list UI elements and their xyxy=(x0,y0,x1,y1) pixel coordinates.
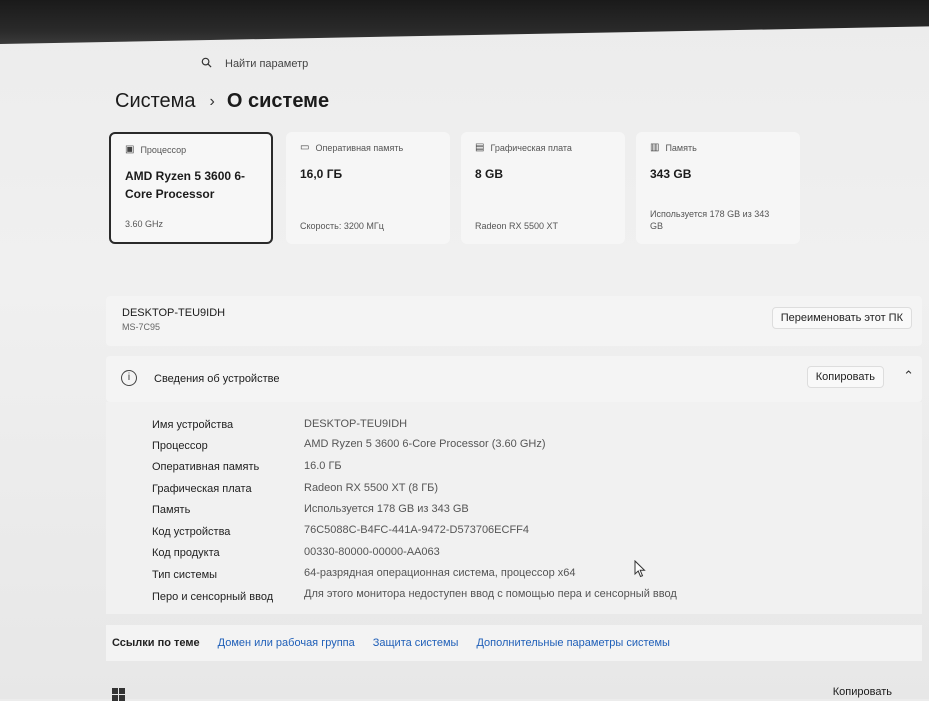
card-sub: Radeon RX 5500 XT xyxy=(475,221,559,231)
link-system-protection[interactable]: Защита системы xyxy=(373,637,459,649)
related-links: Ссылки по теме Домен или рабочая группа … xyxy=(106,625,922,661)
spec-label: Оперативная память xyxy=(152,461,260,473)
card-label: Графическая плата xyxy=(490,142,572,153)
spec-value: Используется 178 GB из 343 GB xyxy=(304,503,469,515)
spec-label: Память xyxy=(152,504,191,516)
spec-label: Код устройства xyxy=(152,526,231,538)
spec-value: DESKTOP-TEU9IDH xyxy=(304,418,408,430)
rename-pc-button[interactable]: Переименовать этот ПК xyxy=(771,307,912,329)
spec-label: Имя устройства xyxy=(152,419,234,431)
card-sub: Скорость: 3200 МГц xyxy=(300,221,384,231)
spec-value: 64-разрядная операционная система, проце… xyxy=(304,567,576,579)
spec-value: Для этого монитора недоступен ввод с пом… xyxy=(304,588,677,600)
chevron-up-icon[interactable]: ⌃ xyxy=(903,368,914,384)
specs-title: Сведения об устройстве xyxy=(154,373,280,385)
card-sub: 3.60 GHz xyxy=(125,219,164,229)
spec-label: Код продукта xyxy=(152,547,220,559)
card-ram[interactable]: ▭ Оперативная память 16,0 ГБ Скорость: 32… xyxy=(286,132,450,244)
spec-value: 00330-80000-00000-AA063 xyxy=(304,546,440,558)
device-name: DESKTOP-TEU9IDH xyxy=(122,307,226,319)
copy-button-windows[interactable]: Копировать xyxy=(833,686,892,698)
related-title: Ссылки по теме xyxy=(112,637,200,649)
spec-label: Тип системы xyxy=(152,569,218,581)
link-domain-workgroup[interactable]: Домен или рабочая группа xyxy=(218,637,355,649)
windows-spec-row: Копировать xyxy=(106,680,922,701)
card-label: Процессор xyxy=(140,144,187,155)
breadcrumb-parent[interactable]: Система xyxy=(115,90,196,113)
device-name-row: DESKTOP-TEU9IDH MS-7C95 Переименовать эт… xyxy=(106,296,922,346)
card-storage[interactable]: ▥ Память 343 GB Используется 178 GB из 34… xyxy=(636,132,800,244)
cpu-icon: ▣ xyxy=(125,144,135,155)
spec-value: 16.0 ГБ xyxy=(304,460,342,472)
spec-value: Radeon RX 5500 XT (8 ГБ) xyxy=(304,482,439,494)
windows-logo-icon xyxy=(112,688,125,701)
card-value: AMD Ryzen 5 3600 6-Core Processor xyxy=(125,169,246,201)
card-label: Память xyxy=(665,142,697,153)
search-input[interactable]: Найти параметр xyxy=(225,58,308,70)
storage-icon: ▥ xyxy=(650,142,660,153)
mouse-cursor-icon xyxy=(634,560,646,578)
spec-label: Перо и сенсорный ввод xyxy=(152,591,274,603)
device-model: MS-7C95 xyxy=(122,322,161,332)
copy-button[interactable]: Копировать xyxy=(806,366,884,388)
card-gpu[interactable]: ▤ Графическая плата 8 GB Radeon RX 5500 X… xyxy=(461,132,625,244)
spec-label: Графическая плата xyxy=(152,483,252,495)
card-label: Оперативная память xyxy=(315,142,404,153)
spec-value: AMD Ryzen 5 3600 6-Core Processor (3.60 … xyxy=(304,438,546,450)
gpu-icon: ▤ xyxy=(475,142,485,153)
spec-label: Процессор xyxy=(152,440,208,452)
spec-value: 76C5088C-B4FC-441A-9472-D573706ECFF4 xyxy=(304,524,530,536)
page-title: О системе xyxy=(226,90,330,112)
search-icon xyxy=(201,57,217,71)
device-specs-header[interactable]: i Сведения об устройстве Копировать ⌃ xyxy=(106,356,922,402)
breadcrumb-separator: › xyxy=(209,92,215,110)
device-specs-panel xyxy=(106,402,922,614)
link-advanced-system-settings[interactable]: Дополнительные параметры системы xyxy=(476,637,670,649)
card-value: 343 GB xyxy=(650,167,692,181)
monitor-bezel xyxy=(0,0,929,44)
search-box[interactable]: Найти параметр xyxy=(195,52,755,76)
card-value: 8 GB xyxy=(475,167,504,181)
card-value: 16,0 ГБ xyxy=(300,167,343,181)
card-processor[interactable]: ▣ Процессор AMD Ryzen 5 3600 6-Core Proce… xyxy=(109,132,273,244)
breadcrumb: Система › О системе xyxy=(115,90,329,113)
ram-icon: ▭ xyxy=(300,142,310,153)
info-icon: i xyxy=(121,370,137,386)
card-sub: Используется 178 GB из 343 GB xyxy=(650,209,770,231)
